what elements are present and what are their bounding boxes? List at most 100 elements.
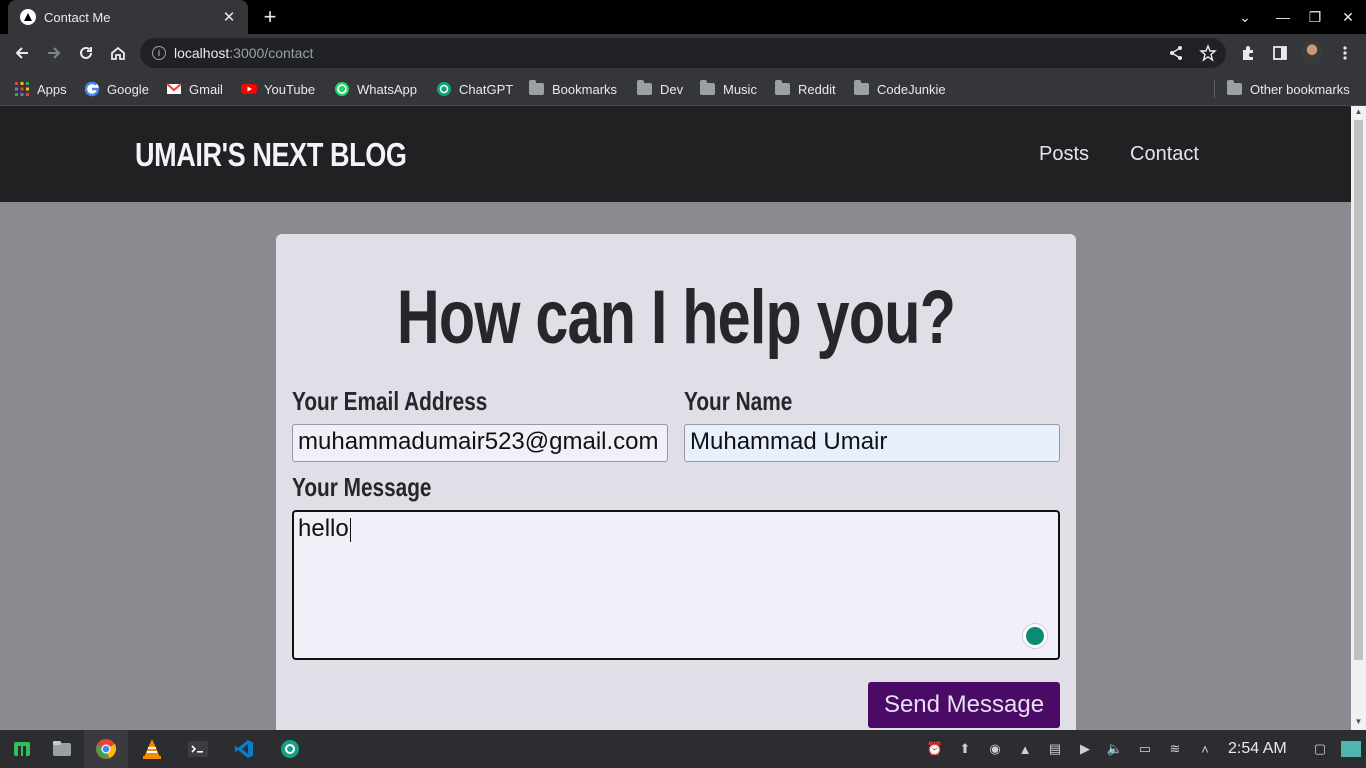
vlc-icon[interactable] [130, 730, 174, 768]
minimize-icon[interactable]: — [1266, 0, 1300, 34]
tab-title: Contact Me [44, 9, 111, 25]
clipboard-icon[interactable]: ▤ [1046, 740, 1064, 758]
home-icon[interactable] [104, 39, 132, 67]
bookmark-folder-music[interactable]: Music [700, 79, 757, 99]
vlc-tray-icon[interactable]: ▲ [1016, 740, 1034, 758]
extensions-icon[interactable] [1234, 39, 1262, 67]
contact-form-card: How can I help you? Your Email Address m… [276, 234, 1076, 730]
vscode-icon[interactable] [222, 730, 266, 768]
bookmark-label: Google [107, 81, 149, 97]
start-menu-icon[interactable] [0, 730, 44, 768]
bookmarks-bar: Apps Google Gmail YouTube WhatsApp ChatG… [0, 72, 1366, 106]
folder-icon [700, 80, 715, 95]
window-close-icon[interactable]: ✕ [1331, 0, 1365, 34]
tab-contact[interactable]: Contact Me ✕ [8, 0, 248, 34]
bookmark-label: Gmail [189, 81, 223, 97]
app-aperture-icon[interactable] [268, 730, 312, 768]
bookmark-folder-reddit[interactable]: Reddit [775, 79, 836, 99]
steam-icon[interactable]: ◉ [986, 740, 1004, 758]
show-desktop-icon[interactable]: ▢ [1311, 740, 1329, 758]
bookmark-chatgpt[interactable]: ChatGPT [436, 79, 513, 99]
bookmark-label: Bookmarks [552, 81, 618, 97]
nextjs-favicon-icon [20, 9, 36, 25]
scroll-down-icon[interactable]: ▼ [1354, 718, 1363, 726]
page-scrollbar[interactable]: ▲ ▼ [1351, 106, 1366, 730]
menu-kebab-icon[interactable] [1331, 39, 1359, 67]
media-play-icon[interactable]: ▶ [1076, 740, 1094, 758]
youtube-icon [241, 81, 257, 97]
tab-search-icon[interactable]: ⌄ [1228, 0, 1262, 34]
folder-icon [854, 80, 869, 95]
folder-icon [775, 80, 790, 95]
reload-icon[interactable] [72, 39, 100, 67]
new-tab-icon[interactable]: + [258, 6, 282, 30]
bookmark-label: CodeJunkie [877, 81, 946, 97]
folder-icon [1227, 80, 1242, 95]
whatsapp-icon [334, 81, 350, 97]
page-viewport: UMAIR'S NEXT BLOG Posts Contact How can … [0, 106, 1366, 730]
email-label: Your Email Address [292, 386, 488, 416]
text-caret [349, 517, 351, 542]
bookmark-label: Music [723, 81, 757, 97]
chrome-taskbar-icon[interactable] [84, 730, 128, 768]
google-icon [84, 81, 100, 97]
tab-strip: Contact Me ✕ + ⌄ — ❐ ✕ [0, 0, 1366, 34]
email-field[interactable]: muhammadumair523@gmail.com [292, 424, 668, 462]
restore-icon[interactable]: ❐ [1298, 0, 1332, 34]
other-bookmarks-label: Other bookmarks [1250, 81, 1350, 97]
site-header: UMAIR'S NEXT BLOG Posts Contact [0, 106, 1351, 202]
address-bar[interactable]: i localhost:3000/contact [140, 38, 1226, 68]
back-icon[interactable] [8, 39, 36, 67]
url-path: :3000/contact [229, 45, 314, 61]
bookmark-label: Reddit [798, 81, 836, 97]
battery-icon[interactable]: ▭ [1136, 740, 1154, 758]
nav-link-posts[interactable]: Posts [1039, 143, 1089, 166]
bookmarks-divider [1214, 80, 1215, 98]
message-label: Your Message [292, 472, 432, 502]
gmail-icon [166, 81, 182, 97]
share-icon[interactable] [1162, 39, 1190, 67]
nav-link-contact[interactable]: Contact [1130, 143, 1199, 166]
tab-close-icon[interactable]: ✕ [220, 8, 238, 26]
chatgpt-icon [436, 81, 452, 97]
bookmark-apps[interactable]: Apps [14, 79, 67, 99]
name-label: Your Name [684, 386, 793, 416]
url-host: localhost [174, 45, 230, 61]
forward-icon[interactable] [40, 39, 68, 67]
message-text: hello [298, 515, 349, 542]
bookmark-gmail[interactable]: Gmail [166, 79, 223, 99]
bookmark-whatsapp[interactable]: WhatsApp [334, 79, 417, 99]
site-logo[interactable]: UMAIR'S NEXT BLOG [135, 136, 407, 174]
alarm-icon[interactable]: ⏰ [926, 740, 944, 758]
bookmark-folder-bookmarks[interactable]: Bookmarks [529, 79, 617, 99]
bookmark-label: Dev [660, 81, 684, 97]
folder-icon [637, 80, 652, 95]
profile-avatar[interactable] [1301, 42, 1323, 64]
other-bookmarks[interactable]: Other bookmarks [1227, 79, 1350, 99]
site-info-icon[interactable]: i [152, 46, 166, 60]
taskbar-clock[interactable]: 2:54 AM [1228, 740, 1287, 758]
message-textarea[interactable]: hello [292, 510, 1060, 660]
tray-expand-icon[interactable]: ˄ [1196, 740, 1214, 758]
os-taskbar: ⏰ ⬆ ◉ ▲ ▤ ▶ 🔈 ▭ ≋ ˄ 2:54 AM ▢ [0, 730, 1366, 768]
grammarly-icon[interactable] [1022, 623, 1048, 649]
update-icon[interactable]: ⬆ [956, 740, 974, 758]
name-field[interactable]: Muhammad Umair [684, 424, 1060, 462]
send-message-button[interactable]: Send Message [868, 682, 1060, 728]
scroll-up-icon[interactable]: ▲ [1354, 108, 1363, 116]
file-manager-icon[interactable] [40, 730, 84, 768]
bookmark-label: Apps [37, 81, 67, 97]
bookmark-label: WhatsApp [357, 81, 417, 97]
desktop-preview-icon[interactable] [1341, 741, 1361, 757]
bookmark-google[interactable]: Google [84, 79, 149, 99]
volume-icon[interactable]: 🔈 [1106, 740, 1124, 758]
bookmark-youtube[interactable]: YouTube [241, 79, 315, 99]
bookmark-star-icon[interactable] [1194, 39, 1222, 67]
bookmark-folder-codejunkie[interactable]: CodeJunkie [854, 79, 946, 99]
folder-icon [529, 80, 544, 95]
bookmark-folder-dev[interactable]: Dev [637, 79, 683, 99]
scroll-thumb[interactable] [1354, 120, 1363, 660]
terminal-icon[interactable] [176, 730, 220, 768]
side-panel-icon[interactable] [1266, 39, 1294, 67]
wifi-icon[interactable]: ≋ [1166, 740, 1184, 758]
